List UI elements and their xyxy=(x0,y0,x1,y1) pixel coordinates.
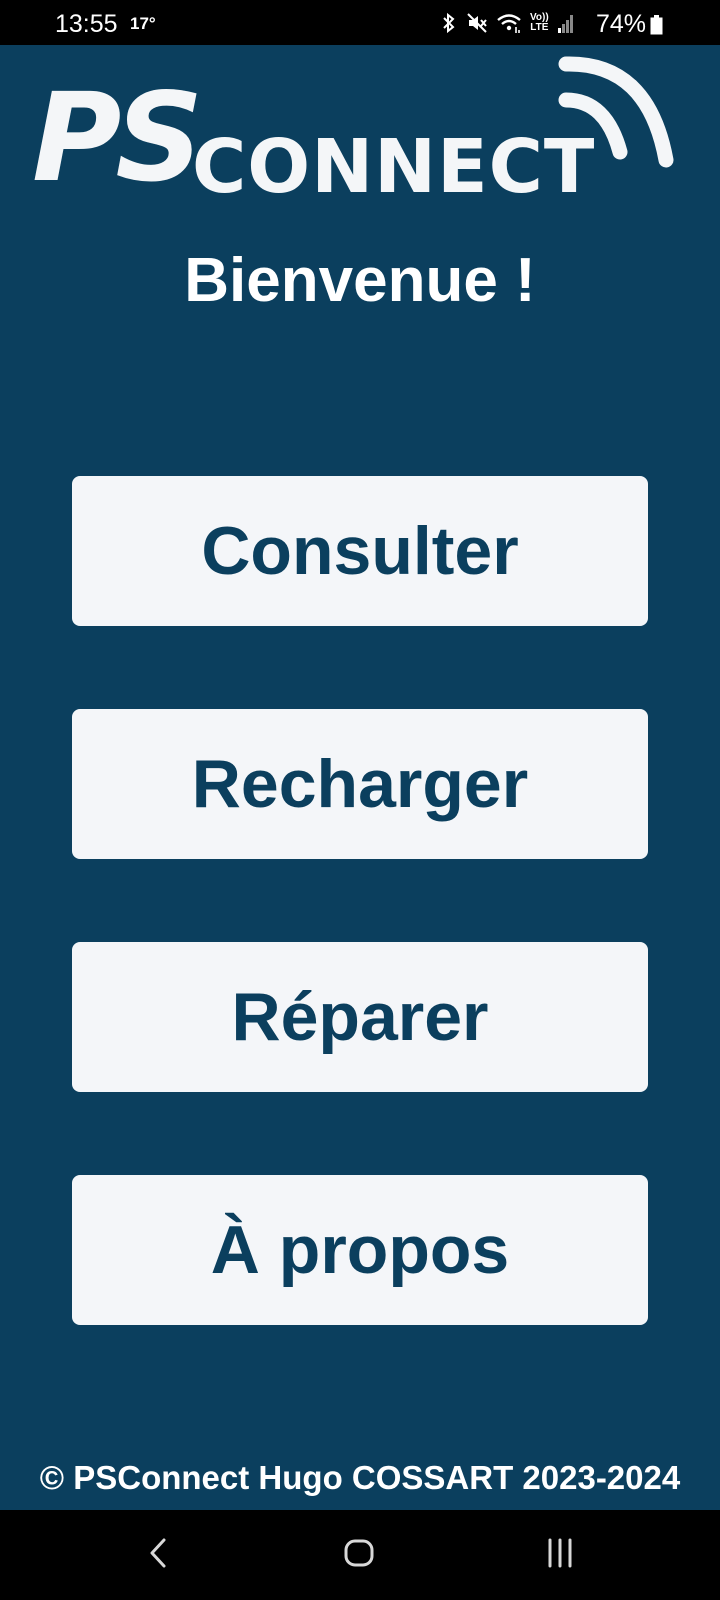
welcome-title: Bienvenue ! xyxy=(184,246,536,315)
mute-icon xyxy=(466,12,488,34)
recents-icon xyxy=(543,1536,577,1575)
recents-button[interactable] xyxy=(530,1532,590,1578)
back-button[interactable] xyxy=(128,1532,188,1578)
battery-percent: 74% xyxy=(596,10,647,38)
logo-ps-text: PS xyxy=(32,67,203,209)
navigation-bar xyxy=(0,1510,720,1600)
consult-button[interactable]: Consulter xyxy=(72,476,648,626)
status-icons: Vo)) LTE xyxy=(440,9,575,37)
volte-icon: Vo)) LTE xyxy=(530,13,549,33)
status-time: 13:55 xyxy=(55,10,118,38)
about-button[interactable]: À propos xyxy=(72,1175,648,1325)
bluetooth-icon xyxy=(440,12,458,34)
status-temperature: 17° xyxy=(130,14,156,33)
wifi-icon xyxy=(496,12,522,34)
back-icon xyxy=(146,1536,170,1575)
signal-waves-icon xyxy=(558,52,708,177)
repair-button[interactable]: Réparer xyxy=(72,942,648,1092)
status-bar: 13:55 17° Vo)) LTE 74% xyxy=(0,0,720,45)
app-logo: PS CONNECT xyxy=(32,52,692,210)
reload-button[interactable]: Recharger xyxy=(72,709,648,859)
footer-copyright: © PSConnect Hugo COSSART 2023-2024 xyxy=(39,1459,681,1496)
home-button[interactable] xyxy=(329,1532,389,1578)
home-icon xyxy=(342,1536,376,1575)
signal-icon xyxy=(557,12,575,34)
logo-connect-text: CONNECT xyxy=(192,124,596,210)
battery-icon xyxy=(650,15,663,35)
volte-label-bottom: LTE xyxy=(530,22,549,33)
